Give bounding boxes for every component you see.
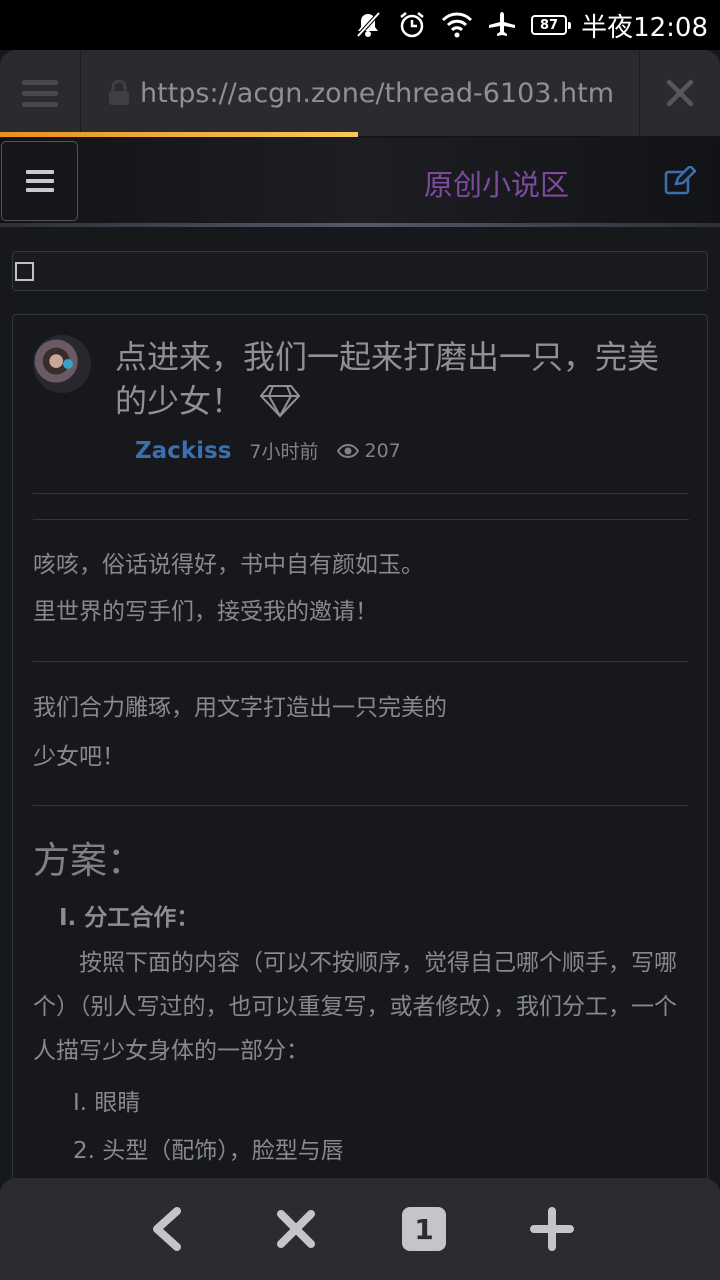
divider bbox=[33, 493, 689, 494]
paragraph-line: 少女吧！ bbox=[33, 744, 125, 770]
section-heading: 方案： bbox=[33, 839, 144, 882]
battery-indicator: 87 bbox=[531, 15, 572, 35]
section-title-link[interactable]: 原创小说区 bbox=[424, 162, 569, 204]
paragraph-line: 咳咳，俗话说得好，书中自有颜如玉。 bbox=[33, 552, 424, 578]
toolbar-strip bbox=[12, 251, 708, 291]
address-bar[interactable]: https://acgn.zone/thread-6103.htm bbox=[80, 50, 640, 136]
mute-icon bbox=[353, 10, 383, 40]
paragraph-1: 咳咳，俗话说得好，书中自有颜如玉。 里世界的写手们，接受我的邀请！ bbox=[33, 542, 424, 636]
paragraph-line: 我们合力雕琢，用文字打造出一只完美的 bbox=[33, 695, 447, 721]
back-arrow-icon bbox=[153, 1207, 181, 1251]
lock-icon bbox=[109, 80, 129, 105]
divider bbox=[33, 805, 689, 806]
stop-loading-button[interactable] bbox=[639, 50, 720, 136]
status-icons: 87 半夜12:08 bbox=[353, 0, 708, 50]
subsection-title: I. 分工合作： bbox=[59, 905, 200, 931]
page-load-progress-bar bbox=[0, 132, 358, 137]
alarm-icon bbox=[397, 10, 427, 40]
site-menu-button[interactable] bbox=[1, 141, 78, 221]
close-tab-button[interactable] bbox=[266, 1204, 326, 1254]
tab-count-badge: 1 bbox=[402, 1207, 446, 1251]
menu-icon bbox=[22, 80, 58, 107]
close-icon bbox=[277, 1210, 315, 1248]
list-item: 2. 头型（配饰），脸型与唇 bbox=[73, 1138, 344, 1164]
wifi-icon bbox=[441, 11, 473, 39]
new-post-button[interactable] bbox=[664, 164, 697, 200]
view-count: 207 bbox=[336, 439, 401, 462]
airplane-icon bbox=[487, 10, 517, 40]
section-body-text: 按照下面的内容（可以不按顺序，觉得自己哪个顺手，写哪个）（别人写过的，也可以重复… bbox=[33, 950, 677, 1064]
checkbox[interactable] bbox=[15, 262, 34, 281]
menu-icon bbox=[25, 170, 54, 192]
post-card: 点进来，我们一起来打磨出一只，完美的少女！ Zackiss 7小时前 207 咳… bbox=[12, 314, 708, 1196]
site-header: 原创小说区 bbox=[0, 138, 720, 227]
close-icon bbox=[666, 79, 694, 107]
post-meta: Zackiss 7小时前 207 bbox=[135, 437, 401, 464]
new-tab-button[interactable] bbox=[522, 1204, 582, 1254]
diamond-icon bbox=[259, 385, 301, 419]
paragraph-2: 我们合力雕琢，用文字打造出一只完美的 少女吧！ bbox=[33, 685, 447, 781]
avatar[interactable] bbox=[33, 335, 91, 393]
divider bbox=[33, 661, 689, 662]
eye-icon bbox=[336, 443, 359, 458]
author-link[interactable]: Zackiss bbox=[135, 438, 231, 464]
divider bbox=[33, 519, 689, 520]
list-item: I. 眼睛 bbox=[73, 1090, 141, 1116]
status-bar: 87 半夜12:08 bbox=[0, 0, 720, 50]
browser-bottom-bar: 1 bbox=[0, 1178, 720, 1280]
post-title: 点进来，我们一起来打磨出一只，完美的少女！ bbox=[115, 335, 675, 423]
back-button[interactable] bbox=[136, 1204, 196, 1254]
browser-toolbar: https://acgn.zone/thread-6103.htm bbox=[0, 50, 720, 137]
post-title-text: 点进来，我们一起来打磨出一只，完美的少女！ bbox=[115, 338, 660, 420]
post-time: 7小时前 bbox=[249, 441, 319, 463]
clock: 半夜12:08 bbox=[581, 12, 708, 43]
view-count-value: 207 bbox=[364, 439, 401, 462]
edit-icon bbox=[664, 164, 697, 195]
url-text: https://acgn.zone/thread-6103.htm bbox=[140, 77, 615, 109]
browser-menu-button[interactable] bbox=[0, 50, 81, 136]
section-body: 按照下面的内容（可以不按顺序，觉得自己哪个顺手，写哪个）（别人写过的，也可以重复… bbox=[33, 941, 689, 1073]
tabs-button[interactable]: 1 bbox=[394, 1204, 454, 1254]
plus-icon bbox=[530, 1207, 574, 1251]
paragraph-line: 里世界的写手们，接受我的邀请！ bbox=[33, 599, 378, 625]
